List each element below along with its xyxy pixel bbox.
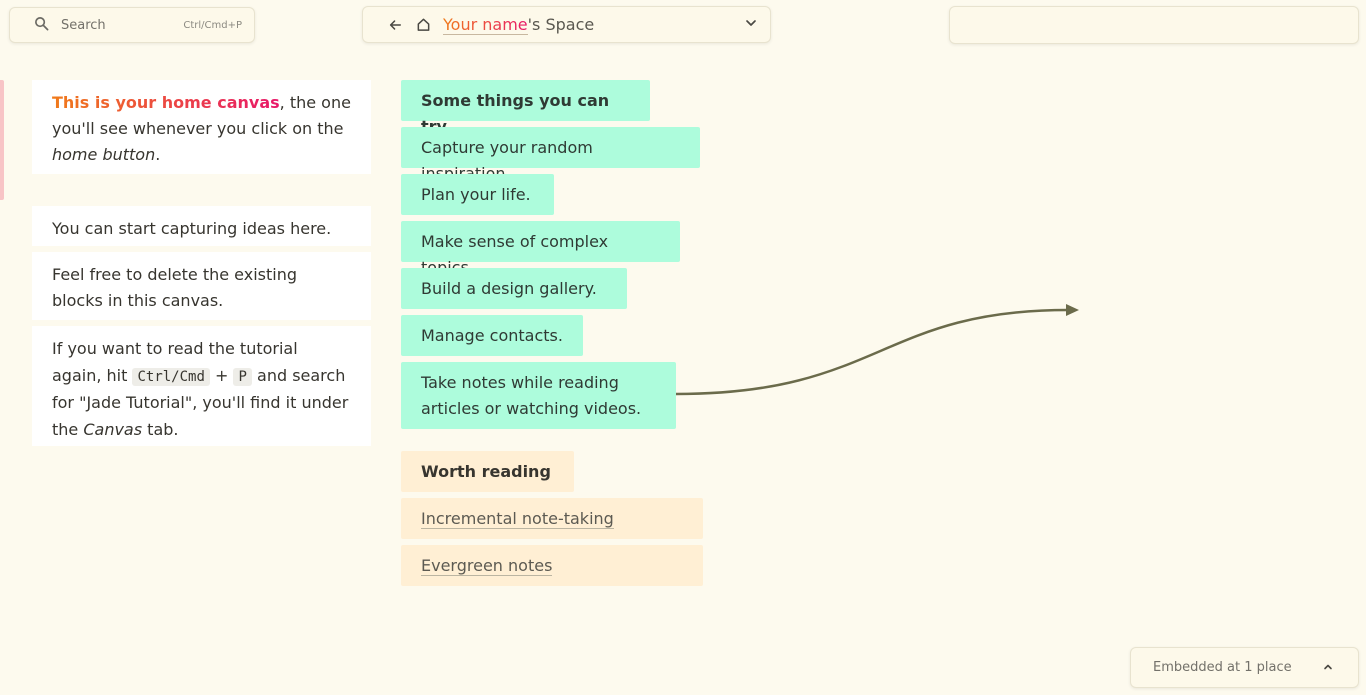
connector-line[interactable] (675, 308, 1069, 396)
chevron-up-icon[interactable] (1322, 658, 1334, 677)
arrowhead (1066, 304, 1079, 316)
embedded-label: Embedded at 1 place (1153, 660, 1292, 675)
connector-arrow[interactable] (0, 0, 1366, 695)
embedded-indicator[interactable]: Embedded at 1 place (1130, 647, 1359, 688)
